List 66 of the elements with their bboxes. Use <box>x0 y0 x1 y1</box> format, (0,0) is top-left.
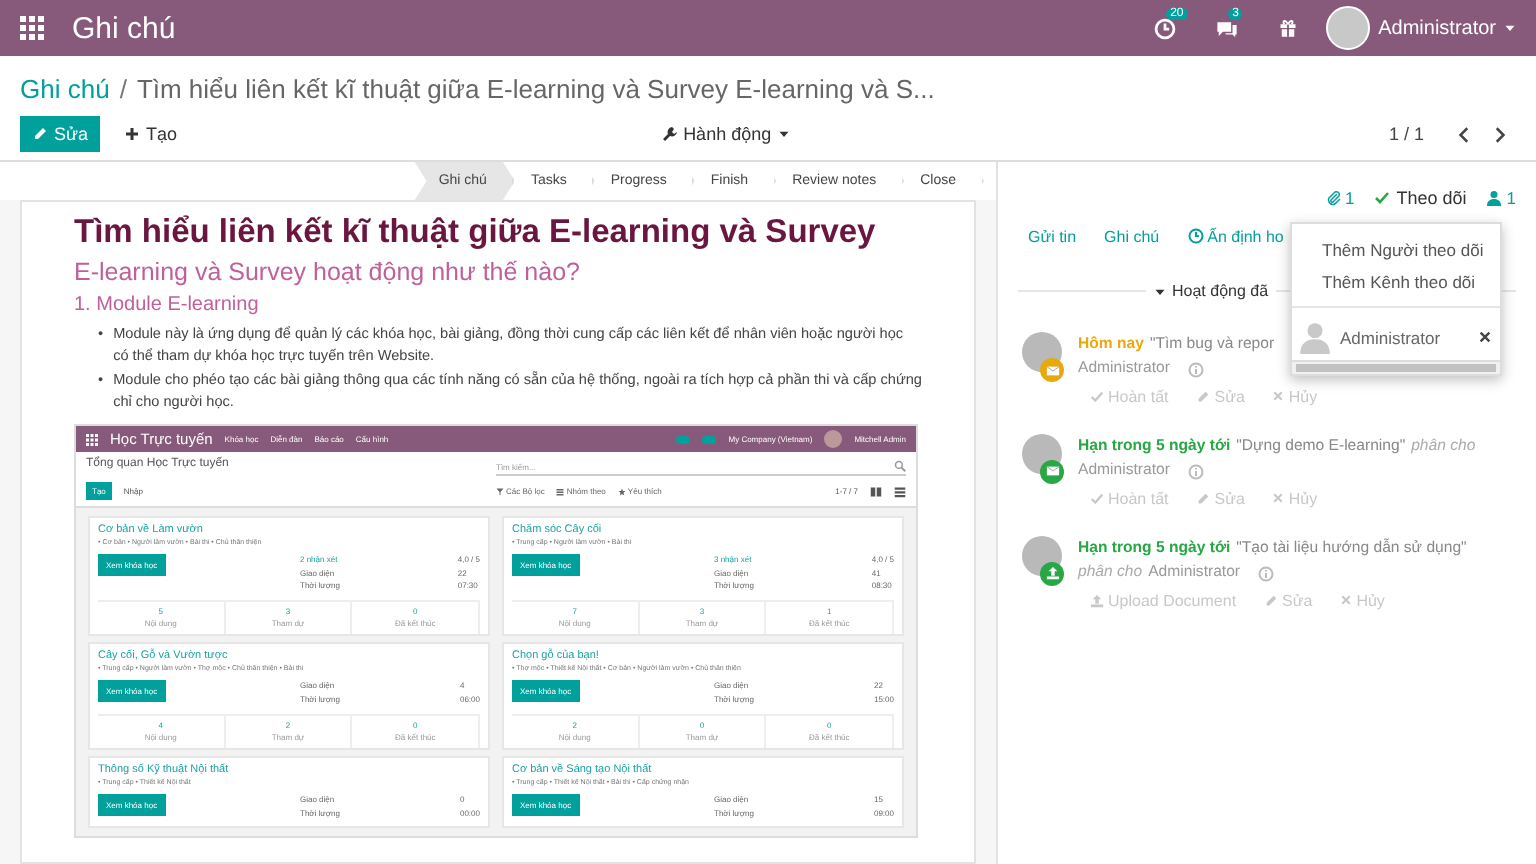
pencil-icon <box>32 126 48 142</box>
caret-icon <box>777 128 790 140</box>
plus-icon <box>124 126 141 142</box>
attachments-button[interactable]: 1 <box>1325 188 1355 208</box>
close-icon <box>1272 492 1285 505</box>
paperclip-icon <box>1325 190 1341 206</box>
action-dropdown[interactable]: Hành động <box>649 116 802 152</box>
star-icon <box>617 487 626 496</box>
clock-icon <box>1154 17 1177 39</box>
follow-button[interactable]: Theo dõi <box>1374 188 1467 208</box>
pager-value: 1 / 1 <box>1388 124 1424 144</box>
app-title: Ghi chú <box>72 11 176 45</box>
layers-icon <box>556 487 565 496</box>
person-icon <box>1486 190 1503 206</box>
activities-toggle[interactable]: Hoạt động đã <box>1154 282 1269 300</box>
chatter-tab[interactable]: Ghi chú <box>1104 227 1160 245</box>
pencil-icon <box>1196 491 1211 506</box>
wrench-icon <box>661 126 678 142</box>
clock-icon <box>1187 228 1204 244</box>
section-heading: 1. Module E-learning <box>74 294 261 316</box>
chevron-left-icon <box>1456 125 1474 143</box>
breadcrumb-separator: / <box>119 73 127 103</box>
record-title: Tìm hiểu liên kết kĩ thuật giữa E-learning và Survey E-learning và S... <box>136 73 935 103</box>
user-avatar <box>824 430 843 449</box>
info-icon <box>1258 565 1275 582</box>
horizontal-scrollbar[interactable] <box>1292 360 1500 374</box>
followers-button[interactable]: 1 <box>1486 188 1516 208</box>
pencil-icon <box>1196 389 1211 404</box>
envelope-icon <box>1045 363 1059 377</box>
caret-icon <box>1504 22 1516 34</box>
document-subtitle: E-learning và Survey hoạt động như thế nào? <box>74 258 582 286</box>
caret-icon <box>1154 285 1166 297</box>
breadcrumb-link[interactable]: Ghi chú <box>20 73 110 103</box>
chatter-tab[interactable]: Ấn định ho <box>1187 227 1284 245</box>
chat-icon <box>1216 17 1239 39</box>
user-silhouette-icon <box>1298 320 1332 354</box>
envelope-icon <box>1045 464 1059 479</box>
filter-icon <box>496 487 504 496</box>
user-avatar[interactable] <box>1326 6 1371 50</box>
chevron-right-icon <box>1490 125 1508 143</box>
check-icon <box>1090 389 1104 404</box>
apps-menu-icon <box>86 433 98 446</box>
search-icon <box>894 460 906 473</box>
chatter-tab[interactable]: Gửi tin <box>1028 227 1077 245</box>
close-icon <box>1272 390 1285 403</box>
upload-icon <box>1045 566 1059 581</box>
close-icon <box>1340 594 1353 607</box>
apps-menu-icon <box>20 16 44 40</box>
upload-icon <box>1090 593 1104 608</box>
info-icon <box>1187 361 1204 378</box>
follower-name[interactable]: Administrator <box>1340 327 1470 347</box>
pencil-icon <box>1264 593 1279 608</box>
check-icon <box>1090 491 1104 506</box>
create-button[interactable]: Tạo <box>112 116 190 152</box>
user-menu[interactable]: Administrator <box>1378 17 1496 39</box>
kanban-view-icon <box>870 485 882 498</box>
menu-item[interactable]: Thêm Người theo dõi <box>1292 234 1500 266</box>
list-view-icon <box>894 485 906 498</box>
close-icon <box>1478 330 1492 344</box>
edit-button[interactable]: Sửa <box>20 116 101 152</box>
check-icon <box>1374 190 1391 206</box>
menu-item[interactable]: Thêm Kênh theo dõi <box>1292 266 1500 298</box>
gift-icon <box>1278 18 1299 38</box>
document-title: Tìm hiểu liên kết kĩ thuật giữa E-learning và Survey <box>74 214 878 252</box>
info-icon <box>1187 463 1204 480</box>
remove-follower-button[interactable] <box>1478 330 1492 344</box>
